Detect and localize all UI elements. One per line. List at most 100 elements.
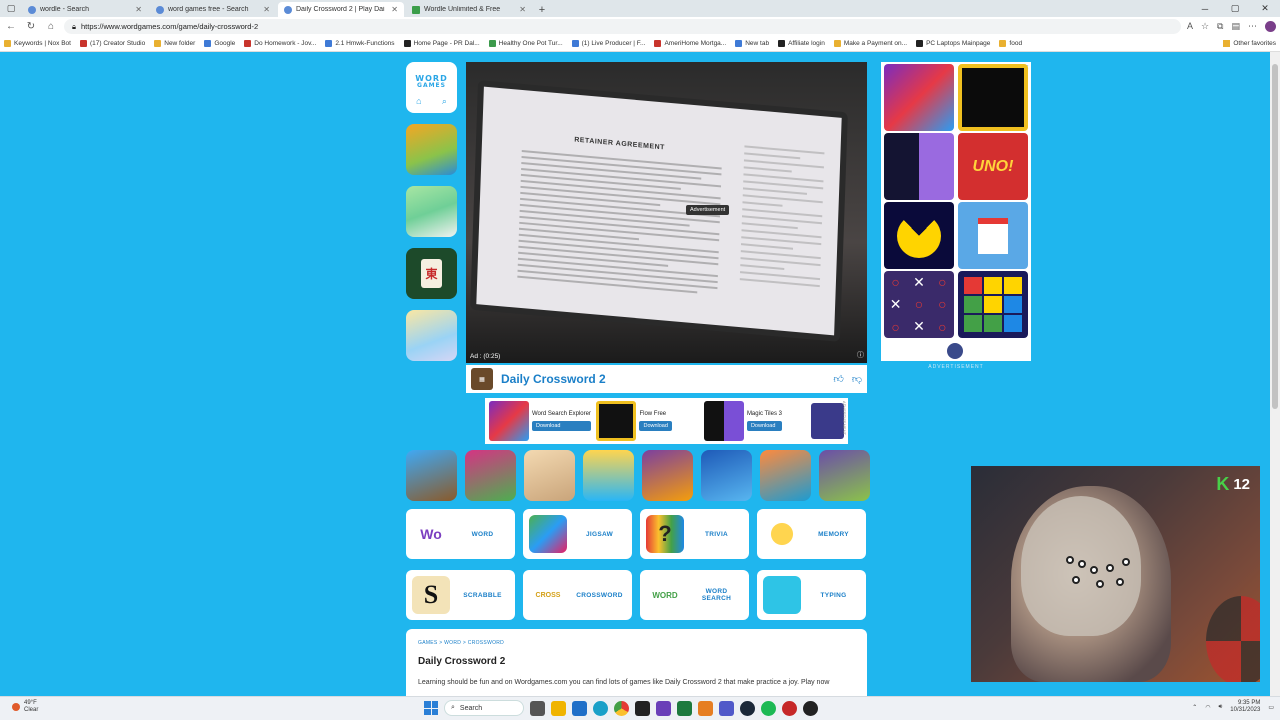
weather-widget[interactable]: 49°F Clear: [12, 700, 38, 713]
close-tab-icon[interactable]: ✕: [135, 5, 142, 14]
volume-icon[interactable]: 🔊︎: [1219, 704, 1223, 711]
ad-block-puzzle-tile[interactable]: [958, 271, 1028, 338]
search-icon[interactable]: ⌕: [442, 96, 447, 107]
favorite-star-icon[interactable]: ☆: [1201, 21, 1209, 32]
category-typing[interactable]: TYPING: [757, 570, 866, 620]
scrollbar-thumb[interactable]: [1272, 64, 1278, 409]
bookmark-item[interactable]: Healthy One Pot Tur...: [488, 40, 563, 47]
bookmark-item[interactable]: (17) Creator Studio: [79, 40, 145, 47]
bookmark-item[interactable]: Keywords | Nox Bot: [4, 40, 71, 47]
excel-icon[interactable]: [677, 700, 692, 716]
app-icon[interactable]: [635, 700, 650, 716]
browser-tab[interactable]: word games free - Search ✕: [150, 2, 276, 17]
other-favorites[interactable]: Other favorites: [1223, 40, 1276, 47]
mail-icon[interactable]: [572, 700, 587, 716]
bookmark-item[interactable]: food: [999, 40, 1022, 47]
bookmark-item[interactable]: Make a Payment on...: [833, 40, 907, 47]
related-game-thumb[interactable]: [524, 450, 575, 501]
back-icon[interactable]: ←: [4, 20, 18, 34]
clock[interactable]: 9:35 PM 10/31/2023: [1230, 700, 1260, 714]
close-tab-icon[interactable]: ✕: [391, 5, 398, 14]
app-icon[interactable]: [782, 700, 797, 716]
bookmark-item[interactable]: New folder: [154, 40, 195, 47]
ad-flow-free-tile[interactable]: [958, 64, 1028, 131]
download-button[interactable]: Download: [639, 420, 672, 431]
ad-app-item[interactable]: Word Search Explorer Download: [489, 401, 592, 441]
ad-magic-tiles-tile[interactable]: [884, 133, 954, 200]
related-game-thumb[interactable]: [819, 450, 870, 501]
minimize-icon[interactable]: ─: [1190, 0, 1220, 17]
taskbar-search[interactable]: ⌕ Search: [444, 700, 524, 716]
chrome-icon[interactable]: [614, 700, 629, 716]
ad-app-item[interactable]: Magic Tiles 3 Download: [703, 401, 807, 441]
more-icon[interactable]: ⋯: [1248, 21, 1257, 32]
browser-tab[interactable]: Wordle Unlimited & Free ✕: [406, 2, 532, 17]
collections-icon[interactable]: ▤: [1231, 21, 1240, 32]
task-view-icon[interactable]: [530, 700, 545, 716]
steam-icon[interactable]: [740, 700, 755, 716]
spotify-icon[interactable]: [761, 700, 776, 716]
related-game-thumb[interactable]: [406, 450, 457, 501]
ad-word-search-tile[interactable]: [884, 64, 954, 131]
side-game-mahjong[interactable]: 東: [406, 248, 457, 299]
maximize-icon[interactable]: ▢: [1220, 0, 1250, 17]
download-button[interactable]: Download: [532, 420, 591, 431]
thumbs-up-icon[interactable]: 👍︎: [833, 373, 843, 385]
side-game-green-ball[interactable]: [406, 186, 457, 237]
side-game-water-sort[interactable]: [406, 310, 457, 361]
read-aloud-icon[interactable]: A: [1187, 21, 1193, 32]
home-icon[interactable]: ⌂: [44, 20, 58, 34]
bookmark-item[interactable]: New tab: [735, 40, 769, 47]
edge-icon[interactable]: [593, 700, 608, 716]
download-button[interactable]: Download: [746, 420, 782, 431]
new-tab-icon[interactable]: +: [534, 2, 550, 17]
category-jigsaw[interactable]: JIGSAW: [523, 509, 632, 559]
related-game-thumb[interactable]: [583, 450, 634, 501]
related-game-thumb[interactable]: [760, 450, 811, 501]
ad-uno-tile[interactable]: UNO!: [958, 133, 1028, 200]
wifi-icon[interactable]: ◠: [1205, 704, 1210, 711]
browser-tab-active[interactable]: Daily Crossword 2 | Play Dai ✕: [278, 2, 404, 17]
url-field[interactable]: 🔒︎ https://www.wordgames.com/game/daily-…: [64, 19, 1181, 34]
category-memory[interactable]: MEMORY: [757, 509, 866, 559]
close-window-icon[interactable]: ✕: [1250, 0, 1280, 17]
tab-actions-icon[interactable]: ▢: [0, 0, 22, 17]
profile-avatar[interactable]: [1265, 21, 1276, 32]
teams-icon[interactable]: [719, 700, 734, 716]
tray-chevron-icon[interactable]: ⌃: [1192, 704, 1197, 711]
bookmark-item[interactable]: Do Homework - Jov...: [244, 40, 316, 47]
info-icon[interactable]: ⓘ: [857, 350, 864, 360]
ad-pacman-tile[interactable]: [884, 202, 954, 269]
category-scrabble[interactable]: S SCRABBLE: [406, 570, 515, 620]
extensions-icon[interactable]: ⧉: [1217, 21, 1223, 32]
app-icon[interactable]: [803, 700, 818, 716]
browser-tab[interactable]: wordle - Search ✕: [22, 2, 148, 17]
ad-crossy-road-tile[interactable]: [958, 202, 1028, 269]
wordgames-logo[interactable]: WORD GAMES ⌂ ⌕: [406, 62, 457, 113]
app-icon[interactable]: [656, 700, 671, 716]
game-player[interactable]: RETAINER AGREEMENT Advertisement Ad : (0…: [466, 62, 867, 363]
bookmark-item[interactable]: PC Laptops Mainpage: [916, 40, 990, 47]
thumbs-down-icon[interactable]: 👎︎: [852, 373, 862, 385]
bookmark-item[interactable]: 2.1 Hmwk-Functions: [325, 40, 395, 47]
app-icon[interactable]: [698, 700, 713, 716]
category-trivia[interactable]: ? TRIVIA: [640, 509, 749, 559]
close-tab-icon[interactable]: ✕: [519, 5, 526, 14]
advertiser-logo[interactable]: [947, 343, 963, 359]
related-game-thumb[interactable]: [701, 450, 752, 501]
page-scrollbar[interactable]: [1270, 52, 1280, 696]
refresh-icon[interactable]: ↻: [24, 20, 38, 34]
side-game-crowd-sorting[interactable]: [406, 124, 457, 175]
bookmark-item[interactable]: Affiliate login: [778, 40, 825, 47]
windows-start-icon[interactable]: [424, 701, 438, 715]
right-ad[interactable]: ▷✕ UNO! ○✕○ ✕○○ ○✕○: [881, 62, 1031, 361]
close-tab-icon[interactable]: ✕: [263, 5, 270, 14]
bookmark-item[interactable]: AmeriHome Mortga...: [654, 40, 726, 47]
notifications-icon[interactable]: ▭: [1268, 704, 1274, 711]
category-word-search[interactable]: WORD WORD SEARCH: [640, 570, 749, 620]
ad-app-item[interactable]: Flow Free Download: [596, 401, 699, 441]
bookmark-item[interactable]: Google: [204, 40, 235, 47]
related-game-thumb[interactable]: [465, 450, 516, 501]
ad-tic-tac-toe-tile[interactable]: ○ ✕ ○ ✕ ○ ○ ○ ✕ ○: [884, 271, 954, 338]
home-icon[interactable]: ⌂: [416, 96, 421, 107]
